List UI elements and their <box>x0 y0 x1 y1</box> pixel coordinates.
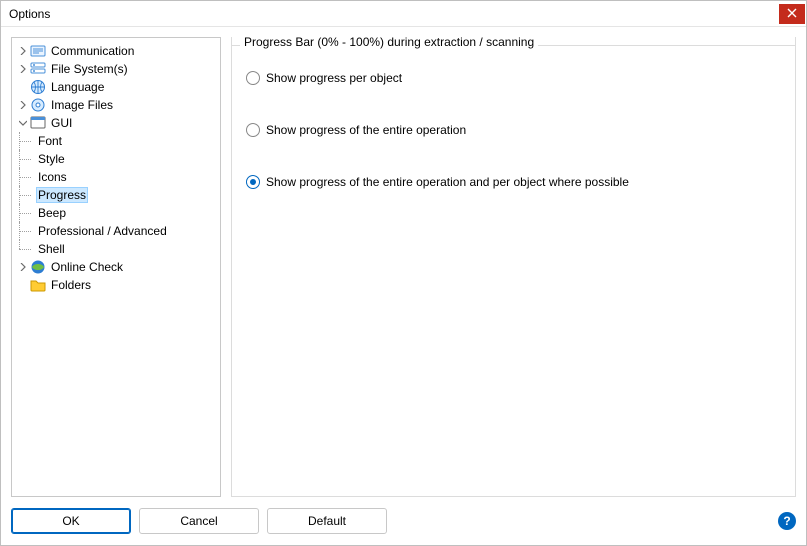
tree-item-communication[interactable]: Communication <box>14 42 218 60</box>
gui-icon <box>30 115 46 131</box>
cancel-button[interactable]: Cancel <box>139 508 259 534</box>
tree-item-onlinecheck[interactable]: Online Check <box>14 258 218 276</box>
chevron-right-icon[interactable] <box>16 98 30 112</box>
button-label: Default <box>308 514 346 528</box>
tree-item-folders[interactable]: Folders <box>14 276 218 294</box>
tree-item-label: Style <box>36 152 67 166</box>
tree-item-beep[interactable]: Beep <box>14 204 218 222</box>
tree-item-label: Image Files <box>49 98 115 112</box>
radio-label: Show progress per object <box>266 71 402 85</box>
tree-item-professional[interactable]: Professional / Advanced <box>14 222 218 240</box>
tree-item-imagefiles[interactable]: Image Files <box>14 96 218 114</box>
window-title: Options <box>9 7 779 21</box>
onlinecheck-icon <box>30 259 46 275</box>
help-button[interactable]: ? <box>778 512 796 530</box>
chevron-right-icon[interactable] <box>16 62 30 76</box>
tree-item-label: Shell <box>36 242 67 256</box>
radio-entire-operation[interactable]: Show progress of the entire operation <box>246 123 781 137</box>
default-button[interactable]: Default <box>267 508 387 534</box>
options-window: Options Communication <box>0 0 807 546</box>
tree-item-language[interactable]: Language <box>14 78 218 96</box>
chevron-right-icon[interactable] <box>16 260 30 274</box>
content-panel: Progress Bar (0% - 100%) during extracti… <box>231 37 796 497</box>
tree-item-label: Online Check <box>49 260 125 274</box>
tree-item-gui[interactable]: GUI <box>14 114 218 132</box>
progress-groupbox: Progress Bar (0% - 100%) during extracti… <box>231 37 796 497</box>
tree-item-label: Font <box>36 134 64 148</box>
tree-item-icons[interactable]: Icons <box>14 168 218 186</box>
dialog-body: Communication File System(s) Language <box>1 27 806 503</box>
radio-label: Show progress of the entire operation an… <box>266 175 629 189</box>
button-label: OK <box>62 514 79 528</box>
groupbox-title: Progress Bar (0% - 100%) during extracti… <box>240 35 538 49</box>
footer: OK Cancel Default ? <box>1 503 806 545</box>
tree-item-label: Professional / Advanced <box>36 224 169 238</box>
folder-icon <box>30 277 46 293</box>
radio-label: Show progress of the entire operation <box>266 123 466 137</box>
tree-item-font[interactable]: Font <box>14 132 218 150</box>
tree-item-filesystems[interactable]: File System(s) <box>14 60 218 78</box>
tree-item-label: Icons <box>36 170 69 184</box>
tree-item-label: Communication <box>49 44 136 58</box>
tree-item-label: Folders <box>49 278 93 292</box>
close-icon <box>787 7 797 21</box>
communication-icon <box>30 43 46 59</box>
radio-icon <box>246 71 260 85</box>
options-tree[interactable]: Communication File System(s) Language <box>11 37 221 497</box>
tree-item-label: GUI <box>49 116 74 130</box>
tree-item-progress[interactable]: Progress <box>14 186 218 204</box>
chevron-down-icon[interactable] <box>16 116 30 130</box>
tree-item-label: Beep <box>36 206 68 220</box>
radio-icon <box>246 123 260 137</box>
chevron-right-icon[interactable] <box>16 44 30 58</box>
tree-item-label: Language <box>49 80 106 94</box>
tree-item-style[interactable]: Style <box>14 150 218 168</box>
language-icon <box>30 79 46 95</box>
radio-icon <box>246 175 260 189</box>
button-label: Cancel <box>180 514 217 528</box>
radio-entire-and-per-object[interactable]: Show progress of the entire operation an… <box>246 175 781 189</box>
tree-item-label: Progress <box>36 187 88 203</box>
tree-item-shell[interactable]: Shell <box>14 240 218 258</box>
tree-item-label: File System(s) <box>49 62 130 76</box>
close-button[interactable] <box>779 4 805 24</box>
ok-button[interactable]: OK <box>11 508 131 534</box>
help-icon: ? <box>783 514 790 528</box>
filesystem-icon <box>30 61 46 77</box>
imagefiles-icon <box>30 97 46 113</box>
radio-per-object[interactable]: Show progress per object <box>246 71 781 85</box>
title-bar: Options <box>1 1 806 27</box>
